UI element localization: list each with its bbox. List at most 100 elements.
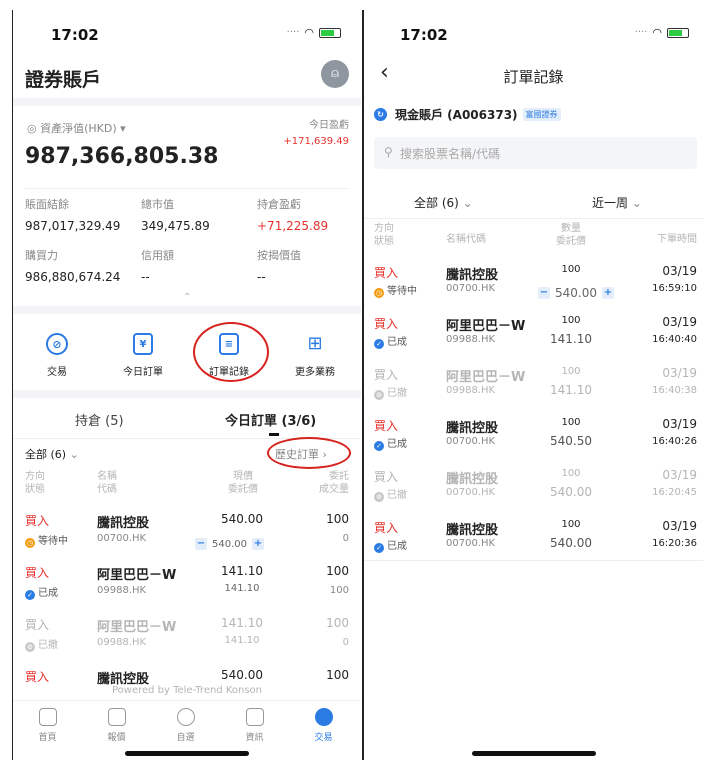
table-row[interactable]: 買入 ✓ 已成 阿里巴巴－W 09988.HK 141.10 141.10 100… bbox=[13, 558, 361, 606]
order-qty: 100 bbox=[561, 468, 581, 479]
order-price: 141.10 bbox=[550, 332, 592, 346]
tab-trade[interactable]: 交易 bbox=[289, 708, 358, 743]
list-item[interactable]: 買入 ◷ 等待中 騰訊控股 00700.HK 100 −540.00 + 03/19… bbox=[364, 258, 703, 306]
net-value-label[interactable]: ◎ 資產淨值(HKD) ▾ bbox=[27, 120, 126, 136]
col-header-direction: 方向 狀態 bbox=[374, 223, 394, 247]
filter-all-dropdown[interactable]: 全部 (6) ⌄ bbox=[414, 194, 473, 211]
tab-indicator bbox=[269, 433, 279, 436]
order-qty: 100 bbox=[561, 417, 581, 428]
menu-trade[interactable]: ⊘ 交易 bbox=[13, 333, 101, 378]
table-row[interactable]: 買入 ⊘ 已撤 阿里巴巴－W 09988.HK 141.10 141.10 100… bbox=[13, 610, 361, 658]
status: ✓ 已成 bbox=[25, 584, 58, 600]
direction: 買入 bbox=[25, 670, 50, 684]
direction: 買入 bbox=[25, 566, 50, 580]
filter-period-dropdown[interactable]: 近一周 ⌄ bbox=[592, 194, 642, 211]
tab-watchlist[interactable]: 自選 bbox=[151, 708, 220, 743]
filled-qty: 0 bbox=[342, 533, 349, 544]
stat-value: -- bbox=[141, 270, 150, 284]
stock-code: 09988.HK bbox=[97, 585, 147, 596]
status-icons: ···· ◠ bbox=[635, 26, 689, 39]
order-time: 16:20:36 bbox=[652, 538, 697, 549]
account-icon: ↻ bbox=[374, 108, 387, 121]
table-row[interactable]: 買入 ◷ 等待中 騰訊控股 00700.HK 540.00 −540.00 + 10… bbox=[13, 506, 361, 554]
filled-qty: 100 bbox=[329, 585, 349, 596]
wifi-icon: ◠ bbox=[304, 26, 314, 39]
avatar[interactable]: ⍝ bbox=[321, 60, 349, 88]
status: ⊘ 已撤 bbox=[374, 486, 407, 502]
stock-code: 09988.HK bbox=[446, 334, 496, 345]
order-price: 540.00 bbox=[550, 536, 592, 550]
divider bbox=[364, 560, 703, 561]
filled-qty: 0 bbox=[342, 637, 349, 648]
col-header-direction: 方向 狀態 bbox=[25, 471, 45, 495]
order-price: 141.10 bbox=[550, 383, 592, 397]
chart-icon bbox=[107, 708, 126, 726]
order-qty: 100 bbox=[326, 616, 349, 630]
divider bbox=[364, 218, 703, 219]
plus-icon[interactable]: + bbox=[252, 538, 264, 550]
minus-icon[interactable]: − bbox=[195, 538, 207, 550]
stock-name: 騰訊控股 bbox=[97, 516, 150, 531]
tab-quotes[interactable]: 報價 bbox=[82, 708, 151, 743]
list-item[interactable]: 買入 ✓ 已成 阿里巴巴－W 09988.HK 100 141.10 03/19 … bbox=[364, 309, 703, 357]
filter-dropdown[interactable]: 全部 (6) ⌄ bbox=[25, 446, 79, 462]
stock-code: 09988.HK bbox=[97, 637, 147, 648]
col-header-qty: 數量 委託價 bbox=[556, 223, 586, 247]
stock-name: 騰訊控股 bbox=[446, 472, 499, 487]
account-selector[interactable]: ↻ 現金賬戶 (A006373) 富國證券 bbox=[374, 106, 561, 123]
order-price: 141.10 bbox=[224, 583, 260, 594]
stock-code: 00700.HK bbox=[446, 436, 496, 447]
divider bbox=[13, 700, 361, 701]
menu-label: 今日訂單 bbox=[123, 367, 163, 378]
battery-icon bbox=[319, 27, 341, 38]
tab-today-orders[interactable]: 今日訂單 (3/6) bbox=[225, 410, 316, 429]
check-icon: ✓ bbox=[374, 339, 384, 349]
cancel-icon: ⊘ bbox=[25, 642, 35, 652]
current-price: 141.10 bbox=[221, 616, 263, 630]
list-item[interactable]: 買入 ⊘ 已撤 騰訊控股 00700.HK 100 540.00 03/19 16… bbox=[364, 462, 703, 510]
chevron-down-icon: ⌄ bbox=[631, 196, 642, 210]
order-time: 16:20:45 bbox=[652, 487, 697, 498]
home-indicator bbox=[125, 751, 249, 756]
table-row[interactable]: 買入 騰訊控股 540.00 100 bbox=[13, 662, 361, 687]
order-qty: 100 bbox=[561, 264, 581, 275]
annotation-circle bbox=[193, 322, 269, 382]
price-stepper[interactable]: −540.00 + bbox=[538, 280, 614, 300]
grid-icon: ⊞ bbox=[307, 333, 323, 354]
search-input[interactable]: ⚲ 搜索股票名稱/代碼 bbox=[374, 137, 697, 169]
stock-name: 阿里巴巴－W bbox=[97, 568, 177, 583]
col-header-price: 現價 委託價 bbox=[228, 471, 258, 495]
stock-name: 阿里巴巴－W bbox=[446, 319, 526, 334]
order-price: 540.00 bbox=[550, 485, 592, 499]
divider-band bbox=[13, 306, 361, 314]
tab-holdings[interactable]: 持倉 (5) bbox=[75, 410, 124, 429]
list-item[interactable]: 買入 ✓ 已成 騰訊控股 00700.HK 100 540.50 03/19 16… bbox=[364, 411, 703, 459]
order-time: 16:40:40 bbox=[652, 334, 697, 345]
plus-icon[interactable]: + bbox=[602, 287, 614, 299]
order-qty: 100 bbox=[326, 512, 349, 526]
price-stepper[interactable]: −540.00 + bbox=[195, 531, 264, 550]
divider-band bbox=[13, 98, 361, 106]
tab-home[interactable]: 首頁 bbox=[13, 708, 82, 743]
divider bbox=[25, 188, 349, 189]
status-time: 17:02 bbox=[400, 26, 448, 44]
order-date: 03/19 bbox=[662, 417, 697, 431]
list-item[interactable]: 買入 ✓ 已成 騰訊控股 00700.HK 100 540.00 03/19 16… bbox=[364, 513, 703, 561]
stat-label: 按揭價值 bbox=[257, 249, 301, 262]
eye-icon[interactable]: ◎ bbox=[27, 122, 40, 135]
current-price: 141.10 bbox=[221, 564, 263, 578]
today-pl-label: 今日盈虧 bbox=[309, 120, 349, 131]
menu-more-services[interactable]: ⊞ 更多業務 bbox=[271, 333, 359, 378]
minus-icon[interactable]: − bbox=[538, 287, 550, 299]
broker-badge: 富國證券 bbox=[522, 108, 561, 121]
order-qty: 100 bbox=[561, 366, 581, 377]
chevron-down-icon: ⌄ bbox=[462, 196, 473, 210]
status: ⊘ 已撤 bbox=[25, 636, 58, 652]
list-item[interactable]: 買入 ⊘ 已撤 阿里巴巴－W 09988.HK 100 141.10 03/19 … bbox=[364, 360, 703, 408]
status-bar: 17:02 ···· ◠ bbox=[13, 26, 361, 44]
left-screen: 17:02 ···· ◠ 證券賬戶 ⍝ ◎ 資產淨值(HKD) ▾ 今日盈虧 +… bbox=[12, 10, 361, 760]
menu-today-orders[interactable]: ¥ 今日訂單 bbox=[99, 333, 187, 378]
collapse-chevron-icon[interactable]: ⌃ bbox=[183, 292, 191, 303]
menu-label: 更多業務 bbox=[295, 367, 335, 378]
tab-news[interactable]: 資訊 bbox=[220, 708, 289, 743]
